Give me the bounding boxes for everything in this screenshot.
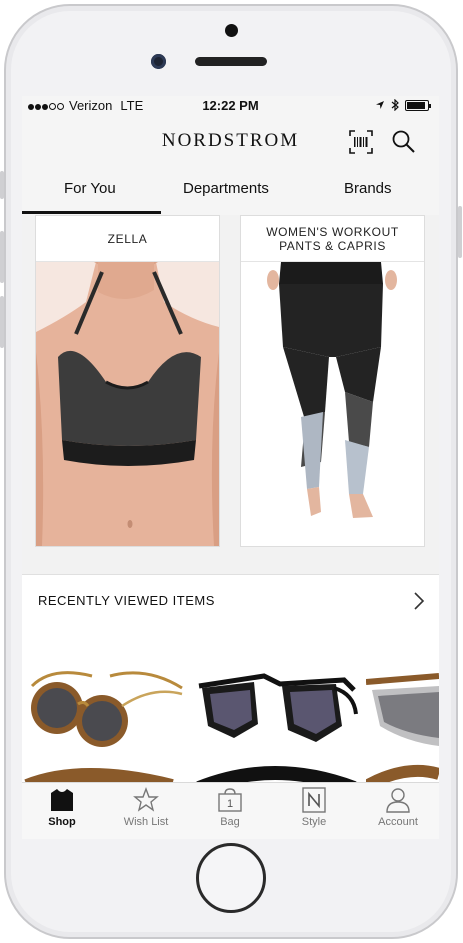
bag-count-badge: 1 (227, 798, 233, 810)
sunglasses-item-3[interactable] (366, 646, 439, 782)
active-tab-indicator (22, 211, 161, 214)
home-button[interactable] (196, 843, 266, 913)
search-icon[interactable] (390, 128, 418, 156)
sports-bra-image (36, 262, 219, 546)
app-screen: Verizon LTE 12:22 PM NORDSTROM For You D… (22, 96, 439, 839)
tab-label: Shop (48, 816, 76, 828)
tab-label: Style (301, 816, 327, 828)
card-title: WOMEN'S WORKOUT PANTS & CAPRIS (241, 216, 424, 262)
recently-viewed-title: RECENTLY VIEWED ITEMS (38, 593, 215, 608)
tab-label: Wish List (123, 816, 169, 828)
recently-viewed-header[interactable]: RECENTLY VIEWED ITEMS (22, 574, 439, 627)
volume-up-button (0, 231, 4, 283)
tab-shop[interactable]: Shop (27, 787, 97, 828)
power-button (458, 206, 462, 258)
tab-wish-list[interactable]: Wish List (111, 787, 181, 828)
barcode-scanner-icon[interactable] (347, 128, 375, 156)
tab-label: Bag (220, 816, 240, 828)
feed-content: ZELLA WOMEN'S WORKOUT PANTS & CAPRIS REC… (22, 215, 439, 782)
mute-switch (0, 171, 4, 199)
bottom-tab-bar: Shop Wish List 1 Bag Style Account (22, 782, 439, 839)
recently-viewed-carousel (22, 626, 439, 782)
app-header: NORDSTROM (22, 118, 439, 162)
product-category-card-zella[interactable]: ZELLA (35, 215, 220, 547)
tab-departments[interactable]: Departments (183, 180, 269, 197)
card-title: ZELLA (36, 216, 219, 262)
workout-pants-image (241, 262, 424, 546)
bag-icon: 1 (218, 788, 242, 812)
status-bar: Verizon LTE 12:22 PM (22, 96, 439, 116)
earpiece-speaker (195, 57, 267, 66)
star-icon (133, 787, 159, 812)
tab-label: Account (378, 816, 418, 828)
bluetooth-icon (391, 99, 399, 111)
style-n-icon (302, 787, 326, 813)
battery-icon (405, 99, 431, 111)
sunglasses-item-2[interactable] (194, 646, 362, 782)
nordstrom-logo: NORDSTROM (161, 130, 300, 151)
chevron-right-icon[interactable] (413, 591, 425, 611)
product-category-card-workout-pants[interactable]: WOMEN'S WORKOUT PANTS & CAPRIS (240, 215, 425, 547)
person-icon (386, 788, 410, 813)
tab-style[interactable]: Style (279, 787, 349, 828)
volume-down-button (0, 296, 4, 348)
sunglasses-item-1[interactable] (22, 646, 190, 782)
front-camera (151, 54, 166, 69)
tab-bag[interactable]: 1 Bag (195, 787, 265, 828)
shirt-icon (51, 789, 73, 811)
tab-brands[interactable]: Brands (344, 180, 392, 197)
tab-account[interactable]: Account (363, 787, 433, 828)
location-arrow-icon (376, 101, 384, 109)
sensor-dot (225, 24, 238, 37)
top-tabs: For You Departments Brands (22, 166, 439, 214)
tab-for-you[interactable]: For You (64, 180, 116, 197)
